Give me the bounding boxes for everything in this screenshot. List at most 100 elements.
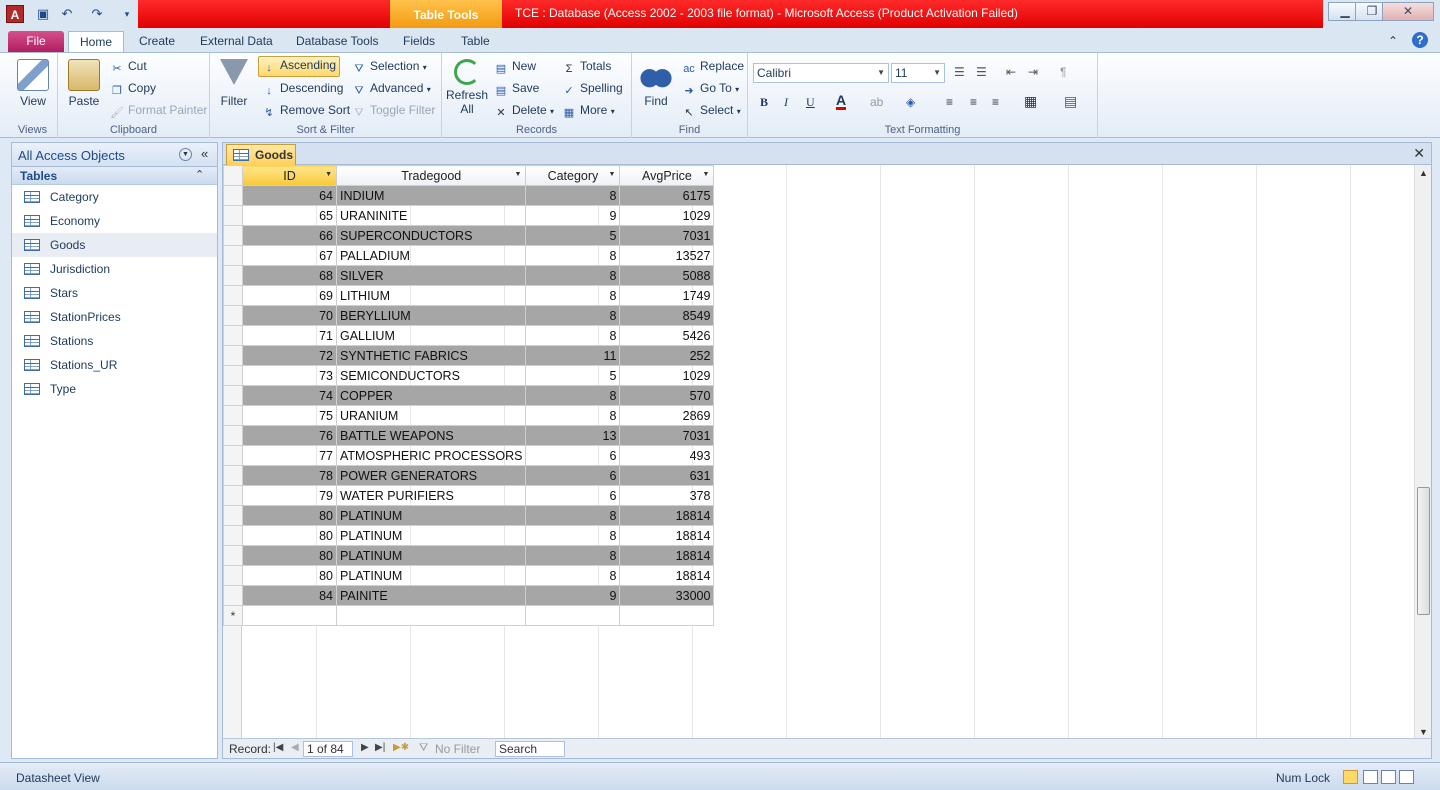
cell-category[interactable]: 8 — [525, 525, 621, 546]
tab-file[interactable]: File — [8, 31, 64, 52]
cell-avgprice[interactable]: 8549 — [619, 305, 715, 326]
cell-tradegood[interactable]: BATTLE WEAPONS — [335, 425, 527, 446]
table-row[interactable]: 78 POWER GENERATORS 6 631 — [223, 465, 715, 486]
current-record-field[interactable]: 1 of 84 — [303, 741, 353, 757]
table-row[interactable]: 70 BERYLLIUM 8 8549 — [223, 305, 715, 326]
cell-category[interactable] — [525, 605, 621, 626]
cell-id[interactable]: 80 — [242, 545, 337, 566]
cell-avgprice[interactable]: 33000 — [619, 585, 715, 606]
nav-item-jurisdiction[interactable]: Jurisdiction — [12, 257, 217, 281]
row-selector[interactable] — [223, 405, 243, 426]
highlight-icon[interactable]: ab — [870, 95, 883, 109]
next-record-icon[interactable]: ▶ — [361, 742, 369, 753]
refresh-all-button[interactable]: Refresh All — [446, 59, 488, 116]
numbered-list-icon[interactable]: ☰ — [976, 65, 987, 79]
cell-tradegood[interactable]: SILVER — [335, 265, 527, 286]
column-header-id[interactable]: ID ▼ — [242, 165, 337, 186]
cell-category[interactable]: 8 — [525, 565, 621, 586]
cell-tradegood[interactable]: SYNTHETIC FABRICS — [335, 345, 527, 366]
cell-category[interactable]: 8 — [525, 285, 621, 306]
cell-tradegood[interactable]: COPPER — [335, 385, 527, 406]
cell-tradegood[interactable]: PALLADIUM — [335, 245, 527, 266]
new-record-row[interactable]: * — [223, 605, 715, 626]
cell-id[interactable]: 74 — [242, 385, 337, 406]
cell-category[interactable]: 11 — [525, 345, 621, 366]
undo-icon[interactable]: ↶ — [58, 5, 76, 23]
align-left-icon[interactable]: ≡ — [946, 95, 953, 109]
cell-category[interactable]: 6 — [525, 485, 621, 506]
row-selector[interactable] — [223, 205, 243, 226]
cell-category[interactable]: 8 — [525, 325, 621, 346]
cell-category[interactable]: 8 — [525, 505, 621, 526]
cell-category[interactable]: 9 — [525, 585, 621, 606]
cell-id[interactable] — [242, 605, 337, 626]
cell-id[interactable]: 75 — [242, 405, 337, 426]
row-selector[interactable] — [223, 485, 243, 506]
tab-create[interactable]: Create — [129, 31, 185, 52]
cell-avgprice[interactable]: 13527 — [619, 245, 715, 266]
table-row[interactable]: 74 COPPER 8 570 — [223, 385, 715, 406]
row-selector[interactable] — [223, 305, 243, 326]
cell-avgprice[interactable]: 1029 — [619, 205, 715, 226]
row-selector[interactable] — [223, 585, 243, 606]
bullets-list-icon[interactable]: ☰ — [954, 65, 965, 79]
nav-item-stations[interactable]: Stations — [12, 329, 217, 353]
scroll-down-icon[interactable]: ▼ — [1419, 727, 1428, 737]
row-selector[interactable] — [223, 325, 243, 346]
cell-tradegood[interactable]: POWER GENERATORS — [335, 465, 527, 486]
cell-id[interactable]: 68 — [242, 265, 337, 286]
cell-avgprice[interactable]: 18814 — [619, 525, 715, 546]
row-selector[interactable] — [223, 425, 243, 446]
table-row[interactable]: 80 PLATINUM 8 18814 — [223, 545, 715, 566]
cell-tradegood[interactable]: WATER PURIFIERS — [335, 485, 527, 506]
row-selector[interactable] — [223, 445, 243, 466]
cell-tradegood[interactable]: ATMOSPHERIC PROCESSORS — [335, 445, 527, 466]
cell-avgprice[interactable]: 18814 — [619, 505, 715, 526]
datasheet-grid[interactable]: ID ▼ Tradegood ▼ Category ▼ AvgPrice ▼ 64 IND… — [223, 165, 1416, 740]
select-button[interactable]: ↖ Select ▾ — [682, 103, 740, 120]
nav-pane-header[interactable]: All Access Objects ▼ « — [12, 143, 217, 167]
cell-tradegood[interactable]: PLATINUM — [335, 505, 527, 526]
cell-avgprice[interactable]: 18814 — [619, 545, 715, 566]
advanced-button[interactable]: ⛛ Advanced ▾ — [352, 81, 430, 98]
cell-tradegood[interactable]: PLATINUM — [335, 565, 527, 586]
spelling-button[interactable]: ✓ Spelling — [562, 81, 622, 98]
nav-item-category[interactable]: Category — [12, 185, 217, 209]
delete-record-button[interactable]: ✕ Delete ▾ — [494, 103, 554, 120]
new-record-marker[interactable]: * — [223, 605, 243, 626]
tab-external-data[interactable]: External Data — [190, 31, 283, 52]
more-button[interactable]: ▦ More ▾ — [562, 103, 615, 120]
no-filter-button[interactable]: No Filter — [435, 742, 480, 756]
remove-sort-button[interactable]: ↯ Remove Sort — [262, 103, 350, 120]
copy-button[interactable]: ❐ Copy — [110, 81, 156, 98]
pivottable-view-icon[interactable] — [1363, 770, 1378, 784]
cell-avgprice[interactable] — [619, 605, 715, 626]
cell-avgprice[interactable]: 570 — [619, 385, 715, 406]
tab-home[interactable]: Home — [68, 31, 124, 52]
cell-avgprice[interactable]: 631 — [619, 465, 715, 486]
pivotchart-view-icon[interactable] — [1381, 770, 1396, 784]
cell-category[interactable]: 8 — [525, 305, 621, 326]
vertical-scrollbar[interactable]: ▲ ▼ — [1414, 165, 1431, 740]
design-view-icon[interactable] — [1399, 770, 1414, 784]
totals-button[interactable]: Σ Totals — [562, 59, 612, 76]
cell-avgprice[interactable]: 1029 — [619, 365, 715, 386]
descending-button[interactable]: ↓ Descending — [262, 81, 343, 98]
nav-item-stationprices[interactable]: StationPrices — [12, 305, 217, 329]
cell-id[interactable]: 84 — [242, 585, 337, 606]
cell-category[interactable]: 13 — [525, 425, 621, 446]
cell-category[interactable]: 8 — [525, 405, 621, 426]
cell-id[interactable]: 65 — [242, 205, 337, 226]
paste-button[interactable]: Paste — [64, 59, 104, 108]
cell-tradegood[interactable]: SEMICONDUCTORS — [335, 365, 527, 386]
align-center-icon[interactable]: ≡ — [970, 95, 977, 109]
customize-qat-icon[interactable]: ▾ — [118, 5, 136, 23]
cell-id[interactable]: 67 — [242, 245, 337, 266]
cell-category[interactable]: 5 — [525, 225, 621, 246]
minimize-ribbon-icon[interactable]: ⌃ — [1388, 31, 1398, 52]
no-filter-icon[interactable]: ⛛ — [419, 742, 428, 755]
cell-id[interactable]: 80 — [242, 565, 337, 586]
underline-button[interactable]: U — [806, 95, 815, 110]
nav-dropdown-icon[interactable]: ▼ — [179, 148, 192, 161]
search-input[interactable]: Search — [495, 741, 565, 757]
